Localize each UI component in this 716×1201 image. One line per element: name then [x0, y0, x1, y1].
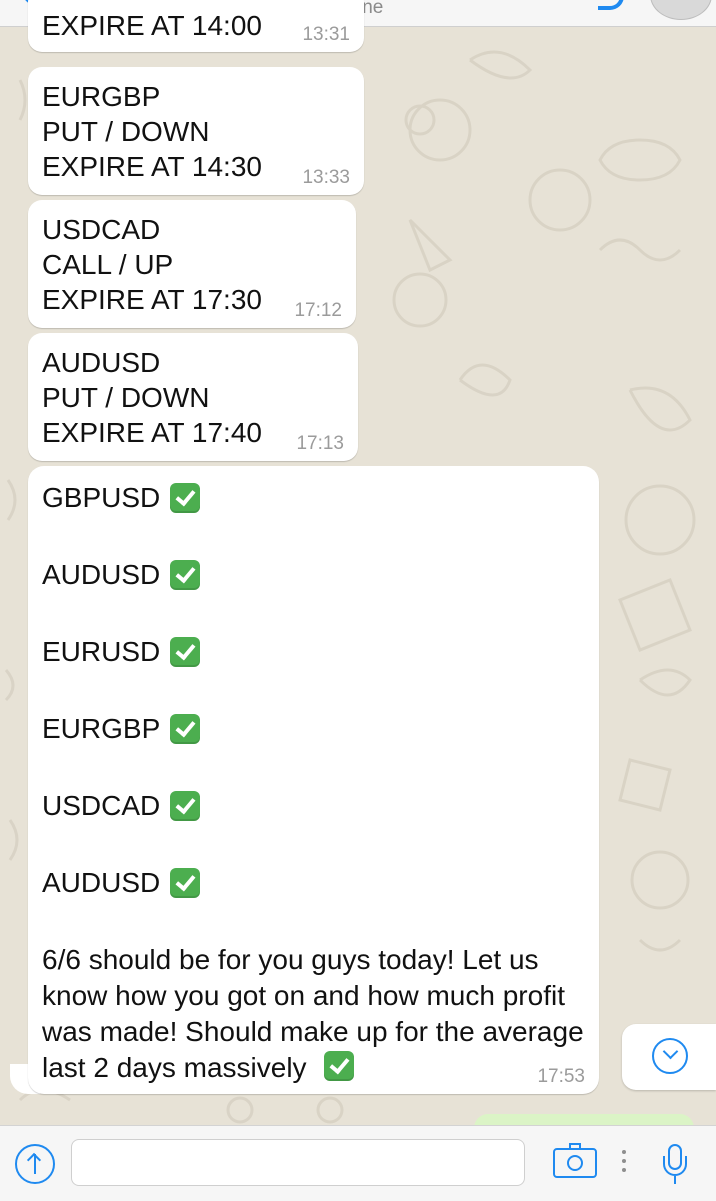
message-bubble[interactable]: USDCAD CALL / UP EXPIRE AT 17:30 17:12	[28, 200, 356, 328]
check-mark-icon	[170, 790, 201, 821]
message-composer	[0, 1125, 716, 1201]
attach-button[interactable]	[15, 1144, 55, 1184]
more-options-icon[interactable]	[622, 1150, 626, 1172]
result-pair: AUDUSD	[42, 867, 161, 898]
check-mark-icon	[170, 713, 201, 744]
message-line: AUDUSD	[42, 347, 161, 378]
message-bubble[interactable]: EXPIRE AT 14:00 13:31	[28, 0, 364, 52]
result-row: USDCAD	[42, 788, 585, 823]
result-row: EURGBP	[42, 711, 585, 746]
arrow-head-icon	[26, 1152, 42, 1168]
camera-lens-icon	[567, 1155, 583, 1171]
result-row: GBPUSD	[42, 480, 585, 515]
check-mark-icon	[324, 1051, 355, 1081]
check-mark-icon	[170, 559, 201, 590]
results-message-body: 6/6 should be for you guys today! Let us…	[42, 944, 584, 1083]
message-time: 17:12	[294, 300, 342, 321]
message-line: CALL / UP	[42, 249, 174, 280]
check-mark-icon	[170, 636, 201, 667]
message-time: 13:33	[302, 167, 350, 188]
microphone-stand-icon	[663, 1156, 687, 1176]
result-pair: USDCAD	[42, 790, 161, 821]
microphone-stem-icon	[674, 1176, 676, 1184]
camera-button[interactable]	[553, 1143, 597, 1178]
results-message-bubble[interactable]: GBPUSD AUDUSD EURUSD EURGBP USDCAD AUDUS…	[28, 466, 599, 1094]
scroll-to-bottom-button[interactable]	[622, 1024, 716, 1090]
message-bubble[interactable]: AUDUSD PUT / DOWN EXPIRE AT 17:40 17:13	[28, 333, 358, 461]
result-pair: EURGBP	[42, 713, 161, 744]
message-time: 17:13	[296, 433, 344, 454]
result-row: AUDUSD	[42, 865, 585, 900]
result-row: AUDUSD	[42, 557, 585, 592]
check-mark-icon	[170, 482, 201, 513]
message-input[interactable]	[71, 1139, 525, 1186]
check-mark-icon	[170, 867, 201, 898]
message-line: USDCAD	[42, 214, 161, 245]
message-time: 13:31	[302, 24, 350, 45]
result-pair: GBPUSD	[42, 482, 161, 513]
message-bubble[interactable]: EURGBP PUT / DOWN EXPIRE AT 14:30 13:33	[28, 67, 364, 195]
camera-bump-icon	[569, 1143, 581, 1148]
microphone-button[interactable]	[662, 1144, 688, 1188]
message-line: PUT / DOWN	[42, 382, 210, 413]
result-row: EURUSD	[42, 634, 585, 669]
result-pair: EURUSD	[42, 636, 161, 667]
message-line: EURGBP	[42, 81, 161, 112]
message-time: 17:53	[537, 1066, 585, 1087]
results-message-text: 6/6 should be for you guys today! Let us…	[42, 942, 587, 1086]
message-line: PUT / DOWN	[42, 116, 210, 147]
result-pair: AUDUSD	[42, 559, 161, 590]
